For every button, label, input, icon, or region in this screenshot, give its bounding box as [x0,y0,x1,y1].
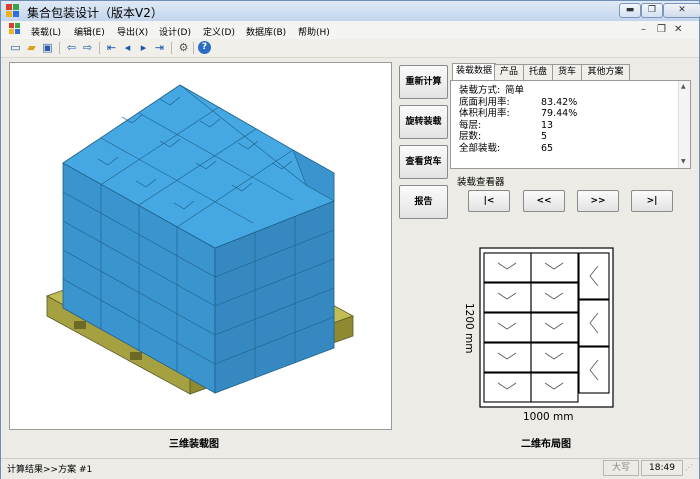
save-icon[interactable]: ▣ [41,41,54,54]
next-icon[interactable]: ▸ [137,41,150,54]
menu-export[interactable]: 导出(X) [117,25,148,38]
scroll-up-icon[interactable]: ▲ [681,83,686,90]
close-icon: ✕ [678,5,686,15]
last-icon[interactable]: ⇥ [153,41,166,54]
menu-database[interactable]: 数据库(B) [246,25,286,38]
data-key: 底面利用率: [459,96,510,108]
view-3d [9,62,392,430]
status-bar [1,458,699,479]
minimize-button[interactable]: ▬ [619,3,641,18]
toolbar-separator [193,42,194,54]
restore-button[interactable]: ❐ [641,3,663,18]
data-value: 简单 [505,85,525,96]
mdi-close-icon[interactable]: ✕ [674,24,682,35]
first-icon[interactable]: ⇤ [105,41,118,54]
new-icon[interactable]: ▭ [9,41,22,54]
load-viewer-label: 装载查看器 [457,177,505,188]
document-icon[interactable] [9,23,21,35]
app-icon [6,4,19,17]
settings-icon[interactable]: ⚙ [177,41,190,54]
viewer-next-button[interactable]: >> [577,190,619,212]
data-row: 全部装载: 65 [459,143,669,155]
arrow-left-icon[interactable]: ⇦ [65,41,78,54]
data-value: 5 [541,131,548,143]
toolbar-separator [171,42,172,54]
mdi-minimize-icon[interactable]: – [641,24,646,35]
open-icon[interactable]: ▰ [25,41,38,54]
load-data-panel: 装载方式: 简单 底面利用率: 83.42% 体积利用率: 79.44% 每层: 13 … [450,80,691,169]
tab-other-plans[interactable]: 其他方案 [581,64,630,80]
data-row: 装载方式: 简单 [459,85,669,97]
tab-pallet[interactable]: 托盘 [523,64,553,80]
minimize-icon: ▬ [625,5,635,15]
viewer-last-button[interactable]: >| [631,190,673,212]
view-3d-caption: 三维装载图 [169,439,219,450]
status-text: 计算结果>>方案 #1 [7,465,93,475]
caps-indicator: 大写 [603,460,639,476]
arrow-right-icon[interactable]: ⇨ [81,41,94,54]
data-value: 79.44% [541,108,578,120]
view-truck-button[interactable]: 查看货车 [399,145,448,179]
toolbar-separator [59,42,60,54]
close-button[interactable]: ✕ [663,3,700,18]
length-dimension: 1200 mm [463,303,475,354]
viewer-prev-button[interactable]: << [523,190,565,212]
viewer-first-button[interactable]: |< [468,190,510,212]
pallet-gap [74,321,86,329]
clock: 18:49 [641,460,683,476]
menu-edit[interactable]: 编辑(E) [74,25,105,38]
menu-bar [1,21,699,39]
report-button[interactable]: 报告 [399,185,448,219]
tab-load-data[interactable]: 装载数据 [452,63,496,81]
data-key: 层数: [459,131,482,143]
data-key: 每层: [459,119,482,131]
tab-truck[interactable]: 货车 [552,64,582,80]
data-row: 每层: 13 [459,120,669,132]
data-value: 83.42% [541,96,578,108]
restore-icon: ❐ [647,5,657,15]
panel-scrollbar[interactable]: ▲ ▼ [678,81,690,168]
load-data-list: 装载方式: 简单 底面利用率: 83.42% 体积利用率: 79.44% 每层: 13 … [459,85,669,155]
data-row: 底面利用率: 83.42% [459,97,669,109]
rotate-load-button[interactable]: 旋转装载 [399,105,448,139]
app-window: 集合包装设计（版本V2） ▬ ❐ ✕ 装载(L) 编辑(E) 导出(X) 设计(… [0,0,700,479]
data-value: 65 [541,142,554,154]
recalculate-button[interactable]: 重新计算 [399,65,448,99]
help-icon[interactable]: ? [198,41,211,54]
data-key: 体积利用率: [459,108,510,120]
data-row: 层数: 5 [459,131,669,143]
prev-icon[interactable]: ◂ [121,41,134,54]
resize-grip-icon[interactable]: ⋰ [685,463,693,472]
mdi-restore-icon[interactable]: ❐ [657,24,666,35]
width-dimension: 1000 mm [523,411,574,423]
data-key: 全部装载: [459,142,501,154]
layout-2d-caption: 二维布局图 [521,439,571,450]
window-title: 集合包装设计（版本V2） [27,6,163,20]
scroll-down-icon[interactable]: ▼ [681,158,686,165]
toolbar-separator [99,42,100,54]
pallet-3d-render [46,84,354,395]
data-row: 体积利用率: 79.44% [459,108,669,120]
menu-load[interactable]: 装载(L) [31,25,61,38]
menu-help[interactable]: 帮助(H) [298,25,330,38]
tab-product[interactable]: 产品 [494,64,524,80]
pallet-gap [130,352,142,360]
data-key: 装载方式: [459,85,501,96]
data-value: 13 [541,119,554,131]
menu-define[interactable]: 定义(D) [203,25,235,38]
layout-2d [479,247,614,408]
title-bar: 集合包装设计（版本V2） ▬ ❐ ✕ [1,1,700,21]
menu-design[interactable]: 设计(D) [159,25,191,38]
